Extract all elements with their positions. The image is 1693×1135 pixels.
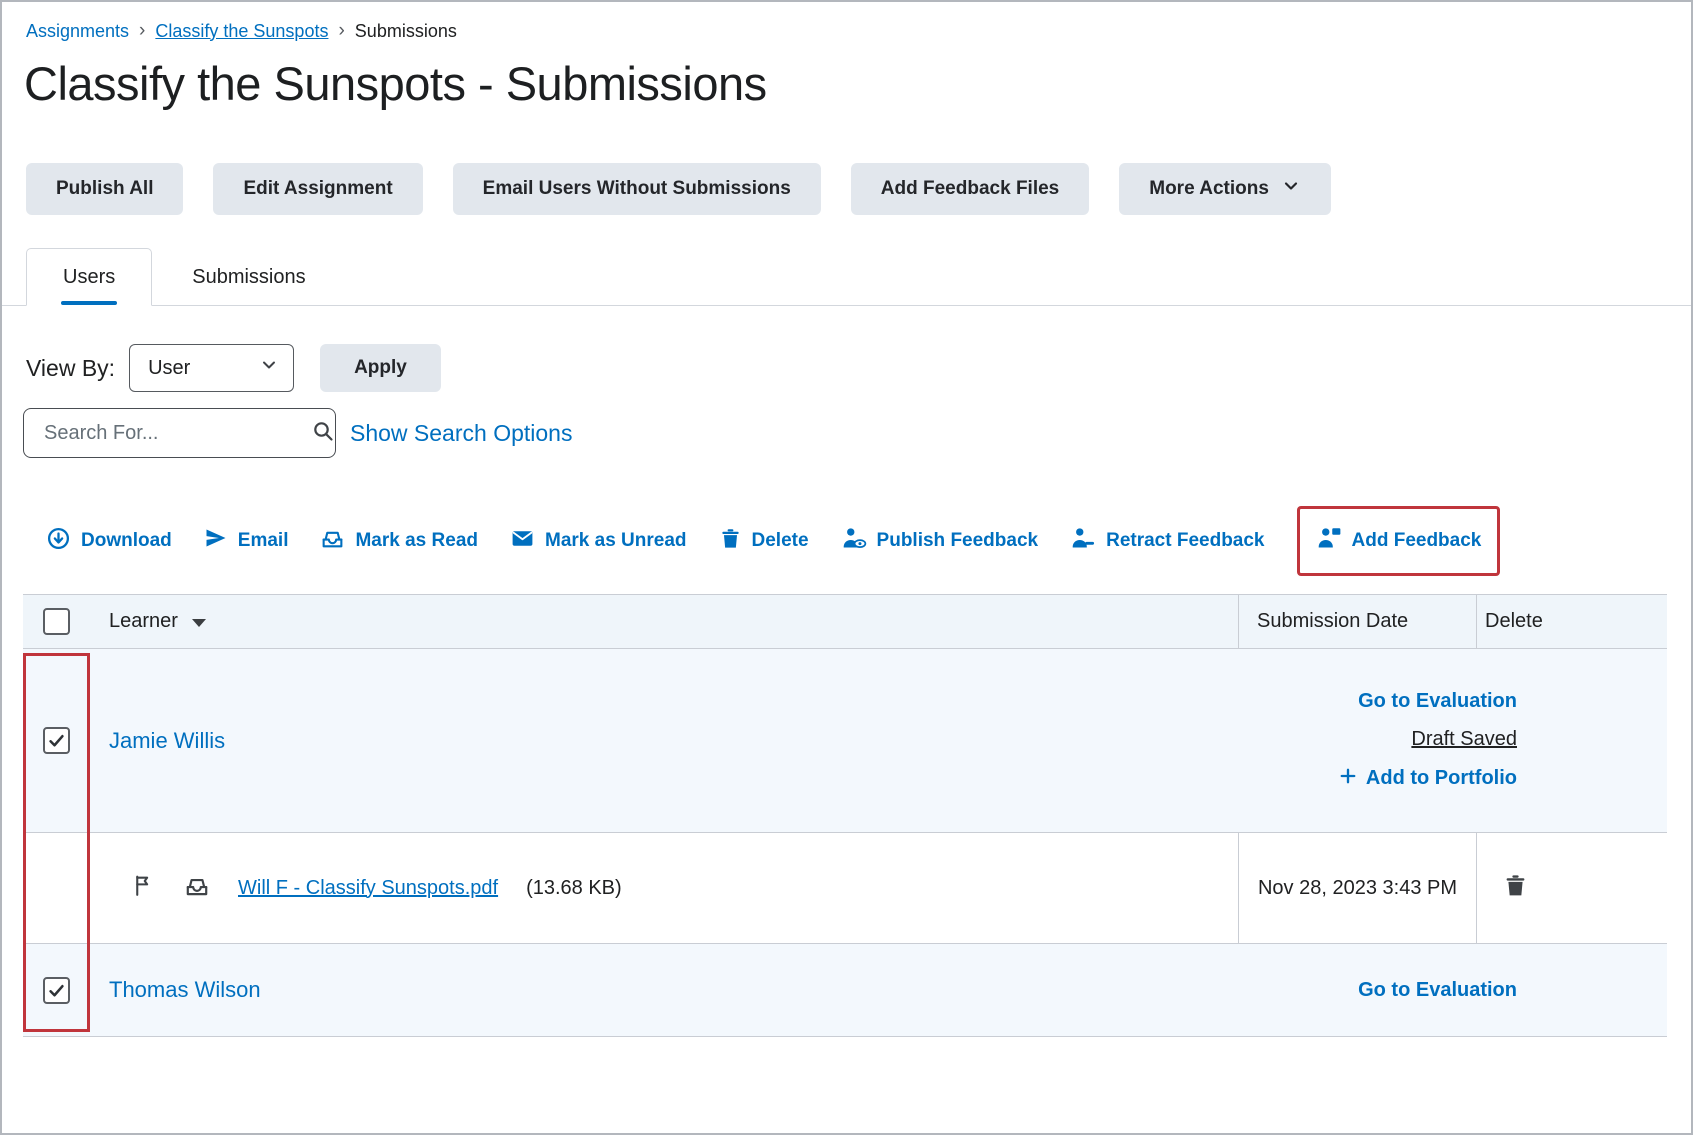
breadcrumb-assignments[interactable]: Assignments [26,21,129,42]
row-checkbox-cell [23,977,89,1004]
row-actions-stack: Go to Evaluation [1358,955,1517,1026]
go-to-evaluation-link[interactable]: Go to Evaluation [1358,690,1517,713]
submission-date-cell: Nov 28, 2023 3:43 PM [1238,833,1476,943]
edit-assignment-button[interactable]: Edit Assignment [213,163,422,215]
row-checkbox-checked[interactable] [43,727,70,754]
learner-cell: Jamie Willis Go to Evaluation Draft Save… [89,666,1667,816]
email-users-without-submissions-button[interactable]: Email Users Without Submissions [453,163,821,215]
learner-name-link[interactable]: Jamie Willis [109,728,225,754]
add-to-portfolio-label: Add to Portfolio [1366,767,1517,790]
draft-saved-status: Draft Saved [1411,728,1517,751]
trash-icon [719,527,742,556]
table-row-file-submission: Will F - Classify Sunspots.pdf (13.68 KB… [23,833,1667,944]
view-by-selected-value: User [148,357,190,380]
breadcrumb-separator: › [139,20,145,42]
delete-cell [1476,833,1667,943]
person-square-icon [1316,525,1342,557]
more-actions-button[interactable]: More Actions [1119,163,1331,215]
table-header-row: Learner Submission Date Delete [23,595,1667,649]
row-checkbox-cell [23,727,89,754]
tab-bar: Users Submissions [2,248,1691,306]
submissions-toolbar: Download Email Mark as Read Mark as Unre… [46,506,1691,576]
flag-icon[interactable] [131,873,156,903]
mark-as-unread-action[interactable]: Mark as Unread [510,526,687,557]
person-eye-icon [841,525,867,557]
email-send-icon [204,526,228,556]
page-title: Classify the Sunspots - Submissions [24,56,1691,111]
search-box [23,408,336,458]
learner-column-header[interactable]: Learner [109,610,178,633]
publish-feedback-label: Publish Feedback [877,530,1039,552]
download-icon [46,526,71,557]
submission-date-header-cell: Submission Date [1238,595,1476,648]
view-by-label: View By: [26,355,115,382]
breadcrumb: Assignments › Classify the Sunspots › Su… [26,20,1691,42]
breadcrumb-separator: › [338,20,344,42]
delete-column-header: Delete [1485,610,1543,633]
delete-label: Delete [752,530,809,552]
breadcrumb-assignment-name[interactable]: Classify the Sunspots [155,21,328,42]
email-label: Email [238,530,289,552]
file-cell: Will F - Classify Sunspots.pdf (13.68 KB… [89,833,1238,943]
mark-as-unread-label: Mark as Unread [545,530,687,552]
view-by-select[interactable]: User [129,344,294,392]
row-actions-stack: Go to Evaluation Draft Saved Add to Port… [1338,666,1517,816]
select-all-checkbox[interactable] [43,608,70,635]
search-row: Show Search Options [23,408,1691,458]
go-to-evaluation-link[interactable]: Go to Evaluation [1358,979,1517,1002]
tab-submissions-label: Submissions [192,266,305,289]
submission-date-value: Nov 28, 2023 3:43 PM [1258,870,1457,906]
row-checkbox-checked[interactable] [43,977,70,1004]
add-feedback-label: Add Feedback [1352,530,1482,552]
delete-action[interactable]: Delete [719,527,809,556]
plus-icon [1338,766,1358,792]
tab-users[interactable]: Users [26,248,152,306]
table-row-jamie-willis: Jamie Willis Go to Evaluation Draft Save… [23,649,1667,833]
more-actions-label: More Actions [1149,178,1269,200]
publish-feedback-action[interactable]: Publish Feedback [841,525,1039,557]
row-checkbox-cell [23,833,89,943]
table-row-thomas-wilson: Thomas Wilson Go to Evaluation [23,944,1667,1037]
publish-all-button[interactable]: Publish All [26,163,183,215]
tab-users-label: Users [63,266,115,289]
learner-name-link[interactable]: Thomas Wilson [109,977,261,1003]
inbox-tray-icon [320,526,345,557]
email-action[interactable]: Email [204,526,289,556]
add-feedback-annotation-box: Add Feedback [1297,506,1501,576]
download-action[interactable]: Download [46,526,172,557]
add-feedback-action[interactable]: Add Feedback [1316,525,1482,557]
search-input[interactable] [42,421,311,446]
header-checkbox-cell [23,595,89,648]
learner-header-cell: Learner [89,595,1238,648]
submissions-table: Learner Submission Date Delete Jamie Wil… [23,594,1667,1037]
download-label: Download [81,530,172,552]
breadcrumb-current: Submissions [355,21,457,42]
learner-cell: Thomas Wilson Go to Evaluation [89,955,1667,1026]
trash-icon[interactable] [1503,873,1528,903]
action-bar: Publish All Edit Assignment Email Users … [26,163,1691,215]
file-size: (13.68 KB) [526,877,622,900]
mark-as-read-action[interactable]: Mark as Read [320,526,478,557]
submission-date-column-header: Submission Date [1257,610,1408,633]
add-feedback-files-button[interactable]: Add Feedback Files [851,163,1089,215]
delete-header-cell: Delete [1476,595,1667,648]
view-by-row: View By: User Apply [26,344,1691,392]
person-minus-icon [1070,525,1096,557]
submissions-page: Assignments › Classify the Sunspots › Su… [0,0,1693,1135]
retract-feedback-label: Retract Feedback [1106,530,1264,552]
retract-feedback-action[interactable]: Retract Feedback [1070,525,1264,557]
mark-as-read-label: Mark as Read [355,530,478,552]
chevron-down-icon [1281,176,1301,202]
chevron-down-icon [259,355,279,381]
submission-file-link[interactable]: Will F - Classify Sunspots.pdf [238,877,498,900]
add-to-portfolio-link[interactable]: Add to Portfolio [1338,766,1517,792]
envelope-icon [510,526,535,557]
show-search-options-link[interactable]: Show Search Options [350,420,572,447]
sort-descending-icon[interactable] [192,619,206,627]
search-icon[interactable] [311,419,335,448]
inbox-tray-icon [184,873,210,904]
tab-submissions[interactable]: Submissions [152,248,345,306]
apply-button[interactable]: Apply [320,344,441,392]
